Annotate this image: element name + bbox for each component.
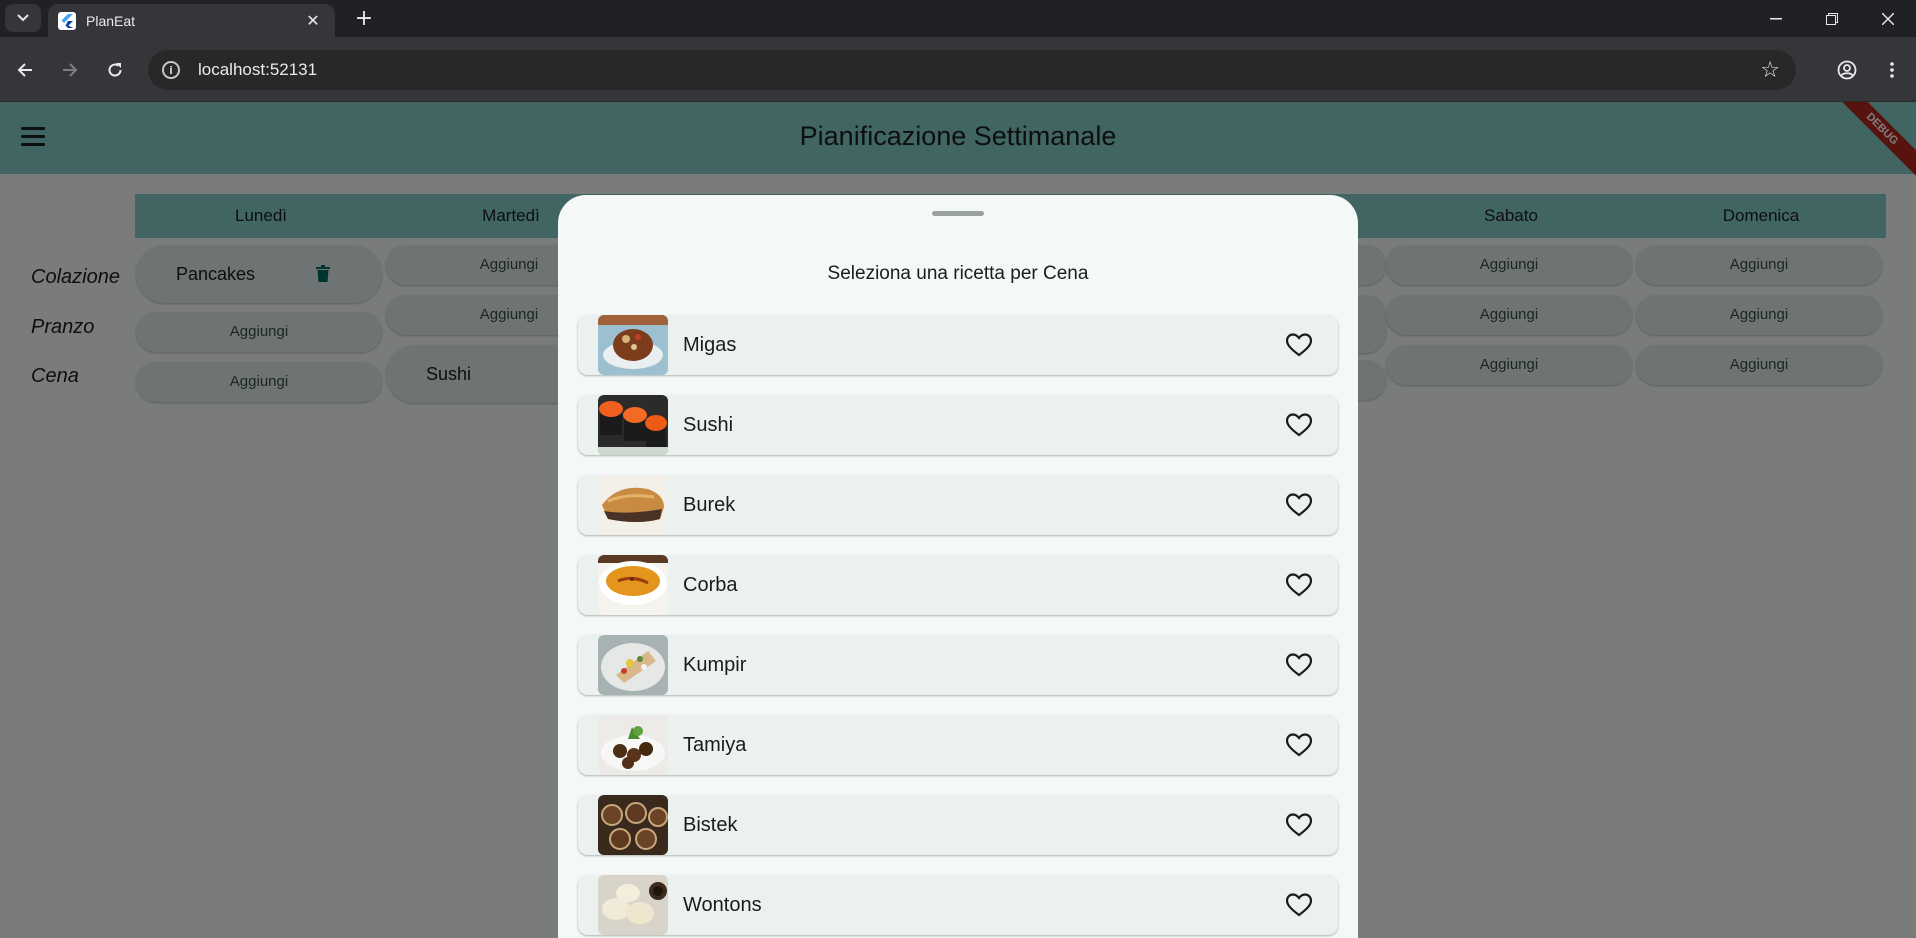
heart-outline-icon[interactable] — [1286, 493, 1312, 517]
recipe-thumbnail — [598, 635, 668, 695]
heart-outline-icon[interactable] — [1286, 333, 1312, 357]
recipe-thumbnail — [598, 315, 668, 375]
recipe-thumbnail — [598, 395, 668, 455]
browser-tab[interactable]: PlanEat ✕ — [48, 4, 335, 37]
tab-search-button[interactable] — [5, 4, 41, 32]
recipe-item[interactable]: Wontons — [578, 875, 1338, 935]
recipe-name: Wontons — [683, 894, 762, 916]
url-text: localhost:52131 — [198, 60, 318, 79]
browser-menu-button[interactable] — [1876, 54, 1908, 86]
heart-outline-icon[interactable] — [1286, 413, 1312, 437]
heart-outline-icon[interactable] — [1286, 733, 1312, 757]
recipe-name: Burek — [683, 494, 736, 516]
recipe-name: Corba — [683, 574, 738, 596]
more-vertical-icon — [1890, 62, 1894, 78]
site-info-icon[interactable]: i — [162, 61, 180, 79]
recipe-thumbnail — [598, 555, 668, 615]
recipe-name: Migas — [683, 334, 737, 356]
chevron-down-icon — [17, 14, 29, 22]
bookmark-star-icon[interactable]: ☆ — [1760, 58, 1780, 83]
recipe-thumbnail — [598, 475, 668, 535]
new-tab-button[interactable]: + — [350, 6, 378, 32]
heart-outline-icon[interactable] — [1286, 653, 1312, 677]
heart-outline-icon[interactable] — [1286, 573, 1312, 597]
browser-tab-bar: PlanEat ✕ + — [0, 0, 1916, 37]
recipe-picker-sheet: Seleziona una ricetta per Cena Migas Sus… — [558, 195, 1358, 938]
restore-icon[interactable] — [1804, 0, 1860, 37]
recipe-name: Tamiya — [683, 734, 747, 756]
recipe-thumbnail — [598, 875, 668, 935]
arrow-right-icon — [63, 63, 78, 77]
recipe-item[interactable]: Bistek — [578, 795, 1338, 855]
heart-outline-icon[interactable] — [1286, 813, 1312, 837]
heart-outline-icon[interactable] — [1286, 893, 1312, 917]
recipe-name: Bistek — [683, 814, 738, 836]
minimize-icon[interactable] — [1748, 0, 1804, 37]
recipe-item[interactable]: Migas — [578, 315, 1338, 375]
sheet-title: Seleziona una ricetta per Cena — [827, 263, 1089, 284]
recipe-item[interactable]: Corba — [578, 555, 1338, 615]
flutter-icon — [58, 11, 76, 30]
browser-toolbar: i localhost:52131 ☆ — [0, 37, 1916, 102]
recipe-item[interactable]: Kumpir — [578, 635, 1338, 695]
recipe-name: Kumpir — [683, 654, 747, 676]
close-icon[interactable] — [1860, 0, 1916, 37]
drag-handle[interactable] — [932, 211, 984, 216]
recipe-item[interactable]: Sushi — [578, 395, 1338, 455]
profile-icon — [1837, 60, 1857, 80]
back-button[interactable] — [9, 54, 41, 86]
app-viewport: Pianificazione Settimanale DEBUG Lunedì … — [0, 102, 1916, 938]
tab-close-icon[interactable]: ✕ — [301, 11, 325, 30]
arrow-left-icon — [17, 63, 32, 77]
tab-title: PlanEat — [86, 12, 136, 29]
reload-button[interactable] — [99, 54, 131, 86]
recipe-thumbnail — [598, 795, 668, 855]
recipe-name: Sushi — [683, 414, 734, 436]
recipe-item[interactable]: Tamiya — [578, 715, 1338, 775]
recipe-item[interactable]: Burek — [578, 475, 1338, 535]
address-bar[interactable]: i localhost:52131 ☆ — [148, 50, 1796, 90]
reload-icon — [108, 63, 122, 77]
recipe-thumbnail — [598, 715, 668, 775]
profile-button[interactable] — [1831, 54, 1863, 86]
forward-button[interactable] — [54, 54, 86, 86]
